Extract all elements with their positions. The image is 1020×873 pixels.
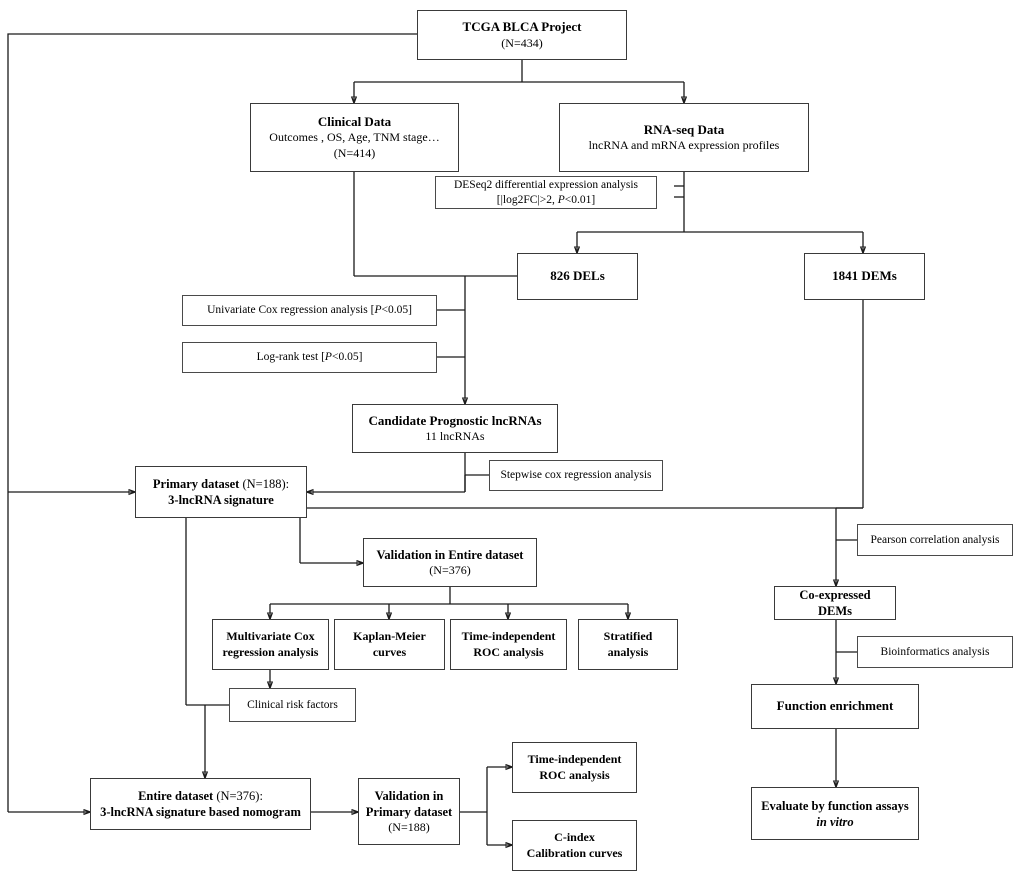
km-line2: curves xyxy=(372,644,407,659)
node-validation-entire-dataset[interactable]: Validation in Entire dataset (N=376) xyxy=(363,538,537,587)
clinical-title: Clinical Data xyxy=(317,113,392,129)
node-multivariate-cox[interactable]: Multivariate Cox regression analysis xyxy=(212,619,329,670)
deseq2-threshold: [|log2FC|>2, P<0.01] xyxy=(496,193,596,206)
node-kaplan-meier-curves[interactable]: Kaplan-Meier curves xyxy=(334,619,445,670)
coexpressed-line2: DEMs xyxy=(817,604,853,618)
clinical-variables: Outcomes , OS, Age, TNM stage… xyxy=(269,130,440,145)
pearson-label: Pearson correlation analysis xyxy=(870,533,1000,546)
coexpressed-line1: Co-expressed xyxy=(799,588,871,602)
evaluate-in-vitro: in vitro xyxy=(816,814,854,829)
primary-title: Primary dataset (N=188): xyxy=(152,477,290,491)
function-enrichment-label: Function enrichment xyxy=(776,698,894,714)
node-tcga-blca-project[interactable]: TCGA BLCA Project (N=434) xyxy=(417,10,627,60)
node-co-expressed-dems[interactable]: Co-expressed DEMs xyxy=(774,586,896,620)
multivariate-line2: regression analysis xyxy=(222,644,319,659)
dems-label: 1841 DEMs xyxy=(832,268,897,284)
entire-title: Entire dataset (N=376): xyxy=(138,789,263,803)
clinical-count: (N=414) xyxy=(333,145,376,160)
node-primary-dataset-signature[interactable]: Primary dataset (N=188): 3-lncRNA signat… xyxy=(135,466,307,518)
dels-label: 826 DELs xyxy=(550,268,605,284)
node-826-dels[interactable]: 826 DELs xyxy=(517,253,638,300)
stratified-line1: Stratified xyxy=(603,629,653,644)
node-log-rank-test[interactable]: Log-rank test [P<0.05] xyxy=(182,342,437,373)
multivariate-line1: Multivariate Cox xyxy=(226,629,315,644)
roc2-line2: ROC analysis xyxy=(539,767,610,782)
entire-nomogram: 3-lncRNA signature based nomogram xyxy=(100,805,301,819)
km-line1: Kaplan-Meier xyxy=(353,629,426,644)
rnaseq-detail: lncRNA and mRNA expression profiles xyxy=(588,138,780,153)
node-validation-primary-dataset[interactable]: Validation in Primary dataset (N=188) xyxy=(358,778,460,845)
node-time-independent-roc-entire[interactable]: Time-independent ROC analysis xyxy=(450,619,567,670)
node-stratified-analysis[interactable]: Stratified analysis xyxy=(578,619,678,670)
tcga-title: TCGA BLCA Project xyxy=(462,19,582,34)
candidate-count: 11 lncRNAs xyxy=(425,429,485,444)
cindex-line1: C-index xyxy=(554,830,595,845)
rnaseq-title: RNA-seq Data xyxy=(643,121,725,137)
valentire-title: Validation in Entire dataset xyxy=(376,547,524,562)
node-evaluate-function-assays[interactable]: Evaluate by function assays in vitro xyxy=(751,787,919,840)
univariate-label: Univariate Cox regression analysis [P<0.… xyxy=(207,304,412,317)
node-clinical-data[interactable]: Clinical Data Outcomes , OS, Age, TNM st… xyxy=(250,103,459,172)
roc2-line1: Time-independent xyxy=(527,752,622,767)
cindex-line2: Calibration curves xyxy=(526,845,623,860)
logrank-label: Log-rank test [P<0.05] xyxy=(256,351,363,364)
valprimary-line2: Primary dataset xyxy=(365,804,453,819)
node-clinical-risk-factors[interactable]: Clinical risk factors xyxy=(229,688,356,722)
roc1-line2: ROC analysis xyxy=(473,644,544,659)
roc1-line1: Time-independent xyxy=(461,629,556,644)
primary-signature: 3-lncRNA signature xyxy=(168,493,274,507)
stratified-line2: analysis xyxy=(607,644,649,659)
flowchart-canvas: TCGA BLCA Project (N=434) Clinical Data … xyxy=(0,0,1020,873)
valentire-count: (N=376) xyxy=(429,562,471,577)
valprimary-count: (N=188) xyxy=(388,819,430,834)
tcga-count: (N=434) xyxy=(501,35,543,50)
node-deseq2-analysis[interactable]: DESeq2 differential expression analysis … xyxy=(435,176,657,209)
node-stepwise-cox[interactable]: Stepwise cox regression analysis xyxy=(489,460,663,491)
node-1841-dems[interactable]: 1841 DEMs xyxy=(804,253,925,300)
stepwise-label: Stepwise cox regression analysis xyxy=(500,469,652,482)
candidate-title: Candidate Prognostic lncRNAs xyxy=(368,412,542,428)
bioinformatics-label: Bioinformatics analysis xyxy=(880,645,990,658)
node-pearson-correlation[interactable]: Pearson correlation analysis xyxy=(857,524,1013,556)
node-bioinformatics-analysis[interactable]: Bioinformatics analysis xyxy=(857,636,1013,668)
node-rnaseq-data[interactable]: RNA-seq Data lncRNA and mRNA expression … xyxy=(559,103,809,172)
deseq2-title: DESeq2 differential expression analysis xyxy=(453,178,639,191)
evaluate-line1: Evaluate by function assays xyxy=(761,798,909,813)
valprimary-line1: Validation in xyxy=(374,788,444,803)
node-candidate-prognostic-lncrnas[interactable]: Candidate Prognostic lncRNAs 11 lncRNAs xyxy=(352,404,558,453)
clinical-risk-label: Clinical risk factors xyxy=(247,698,338,711)
node-entire-dataset-nomogram[interactable]: Entire dataset (N=376): 3-lncRNA signatu… xyxy=(90,778,311,830)
node-time-independent-roc-primary[interactable]: Time-independent ROC analysis xyxy=(512,742,637,793)
node-c-index-calibration[interactable]: C-index Calibration curves xyxy=(512,820,637,871)
node-univariate-cox[interactable]: Univariate Cox regression analysis [P<0.… xyxy=(182,295,437,326)
node-function-enrichment[interactable]: Function enrichment xyxy=(751,684,919,729)
